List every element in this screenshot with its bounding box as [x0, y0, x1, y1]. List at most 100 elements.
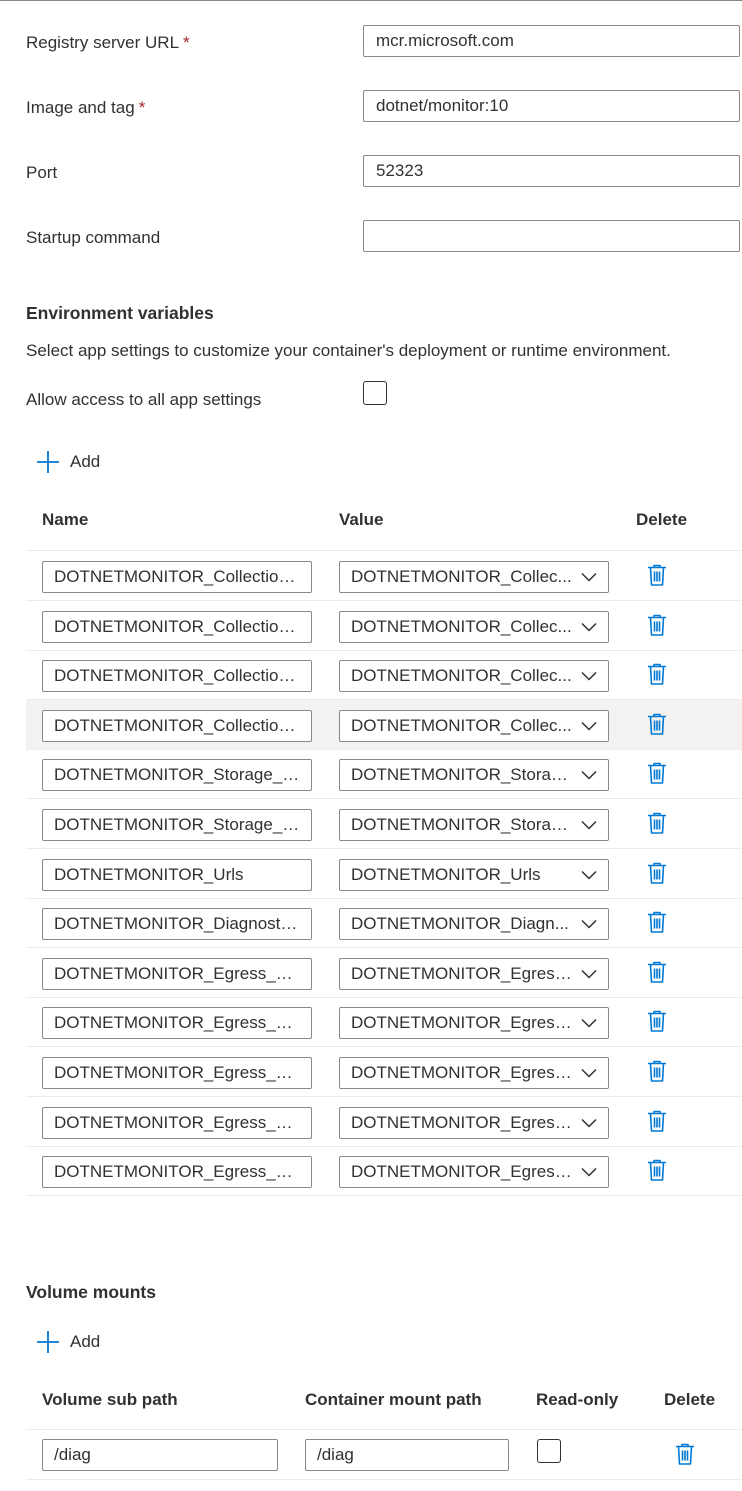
- env-value-dropdown[interactable]: DOTNETMONITOR_Egress...: [339, 1107, 609, 1139]
- env-value-text: DOTNETMONITOR_Collec...: [351, 716, 572, 735]
- env-value-dropdown[interactable]: DOTNETMONITOR_Urls: [339, 859, 609, 891]
- env-value-dropdown[interactable]: DOTNETMONITOR_Storag...: [339, 809, 609, 841]
- env-name-input[interactable]: DOTNETMONITOR_Egress__Pr...: [42, 1156, 312, 1188]
- add-label: Add: [70, 1332, 101, 1351]
- delete-icon[interactable]: [646, 811, 668, 835]
- delete-icon[interactable]: [646, 861, 668, 885]
- table-row: DOTNETMONITOR_Collection... DOTNETMONITO…: [26, 700, 742, 750]
- required-marker: *: [183, 33, 190, 52]
- delete-icon[interactable]: [646, 1109, 668, 1133]
- env-name-input[interactable]: DOTNETMONITOR_Egress__A...: [42, 1107, 312, 1139]
- registry-server-url-label: Registry server URL *: [26, 33, 190, 53]
- delete-icon[interactable]: [646, 613, 668, 637]
- delete-icon[interactable]: [646, 1059, 668, 1083]
- plus-icon: [37, 1331, 59, 1353]
- env-value-text: DOTNETMONITOR_Storag...: [351, 765, 575, 784]
- delete-icon[interactable]: [646, 960, 668, 984]
- env-value-dropdown[interactable]: DOTNETMONITOR_Egress...: [339, 958, 609, 990]
- chevron-down-icon: [581, 870, 597, 880]
- delete-icon[interactable]: [646, 563, 668, 587]
- env-value-text: DOTNETMONITOR_Collec...: [351, 666, 572, 685]
- required-marker: *: [138, 98, 146, 117]
- delete-icon[interactable]: [674, 1442, 696, 1466]
- delete-icon[interactable]: [646, 712, 668, 736]
- table-row: DOTNETMONITOR_Egress__A... DOTNETMONITOR…: [26, 948, 742, 998]
- env-value-text: DOTNETMONITOR_Egress...: [351, 1013, 578, 1032]
- env-name-input[interactable]: DOTNETMONITOR_Diagnostic...: [42, 908, 312, 940]
- volume-sub-path-input[interactable]: /diag: [42, 1439, 278, 1471]
- plus-icon: [37, 451, 59, 473]
- env-name-input[interactable]: DOTNETMONITOR_Egress__A...: [42, 1057, 312, 1089]
- port-input[interactable]: [363, 155, 740, 187]
- env-value-text: DOTNETMONITOR_Storag...: [351, 815, 575, 834]
- table-row: DOTNETMONITOR_Egress__A... DOTNETMONITOR…: [26, 1097, 742, 1147]
- image-label-text: Image and tag: [26, 98, 135, 117]
- env-value-text: DOTNETMONITOR_Urls: [351, 865, 541, 884]
- delete-icon[interactable]: [646, 1158, 668, 1182]
- env-name-input[interactable]: DOTNETMONITOR_Collection...: [42, 611, 312, 643]
- chevron-down-icon: [581, 820, 597, 830]
- env-name-input[interactable]: DOTNETMONITOR_Urls: [42, 859, 312, 891]
- column-header-volume-sub-path: Volume sub path: [42, 1390, 178, 1409]
- env-name-input[interactable]: DOTNETMONITOR_Collection...: [42, 561, 312, 593]
- add-environment-variable-button[interactable]: Add: [36, 449, 100, 475]
- column-header-delete: Delete: [664, 1390, 716, 1409]
- chevron-down-icon: [581, 1118, 597, 1128]
- column-header-delete: Delete: [636, 510, 688, 529]
- env-value-dropdown[interactable]: DOTNETMONITOR_Collec...: [339, 611, 609, 643]
- env-value-dropdown[interactable]: DOTNETMONITOR_Collec...: [339, 710, 609, 742]
- delete-icon[interactable]: [646, 761, 668, 785]
- env-value-dropdown[interactable]: DOTNETMONITOR_Egress...: [339, 1057, 609, 1089]
- env-value-text: DOTNETMONITOR_Egress...: [351, 964, 578, 983]
- chevron-down-icon: [581, 969, 597, 979]
- image-and-tag-label: Image and tag *: [26, 98, 145, 118]
- read-only-checkbox[interactable]: [537, 1439, 561, 1463]
- add-label: Add: [70, 452, 101, 471]
- env-name-input[interactable]: DOTNETMONITOR_Egress__A...: [42, 958, 312, 990]
- chevron-down-icon: [581, 721, 597, 731]
- env-value-dropdown[interactable]: DOTNETMONITOR_Storag...: [339, 759, 609, 791]
- env-value-dropdown[interactable]: DOTNETMONITOR_Collec...: [339, 660, 609, 692]
- environment-variables-title: Environment variables: [26, 303, 214, 323]
- registry-label-text: Registry server URL: [26, 33, 180, 52]
- startup-command-label: Startup command: [26, 228, 161, 247]
- container-mount-path-input[interactable]: /diag: [305, 1439, 509, 1471]
- chevron-down-icon: [581, 622, 597, 632]
- env-value-text: DOTNETMONITOR_Egress...: [351, 1113, 578, 1132]
- allow-access-label: Allow access to all app settings: [26, 390, 262, 409]
- chevron-down-icon: [581, 671, 597, 681]
- env-value-dropdown[interactable]: DOTNETMONITOR_Diagn...: [339, 908, 609, 940]
- chevron-down-icon: [581, 572, 597, 582]
- env-value-dropdown[interactable]: DOTNETMONITOR_Egress...: [339, 1156, 609, 1188]
- table-row: DOTNETMONITOR_Collection... DOTNETMONITO…: [26, 650, 742, 700]
- env-name-input[interactable]: DOTNETMONITOR_Collection...: [42, 660, 312, 692]
- startup-command-input[interactable]: [363, 220, 740, 252]
- table-row: DOTNETMONITOR_Storage__... DOTNETMONITOR…: [26, 749, 742, 799]
- env-name-input[interactable]: DOTNETMONITOR_Collection...: [42, 710, 312, 742]
- table-row: DOTNETMONITOR_Urls DOTNETMONITOR_Urls: [26, 849, 742, 899]
- table-row: DOTNETMONITOR_Egress__Pr... DOTNETMONITO…: [26, 1146, 742, 1196]
- delete-icon[interactable]: [646, 910, 668, 934]
- allow-access-checkbox[interactable]: [363, 381, 387, 405]
- registry-server-url-input[interactable]: [363, 25, 740, 57]
- table-row: DOTNETMONITOR_Storage__... DOTNETMONITOR…: [26, 799, 742, 849]
- env-value-dropdown[interactable]: DOTNETMONITOR_Egress...: [339, 1007, 609, 1039]
- env-value-dropdown[interactable]: DOTNETMONITOR_Collec...: [339, 561, 609, 593]
- image-and-tag-input[interactable]: [363, 90, 740, 122]
- env-value-text: DOTNETMONITOR_Egress...: [351, 1063, 578, 1082]
- port-label: Port: [26, 163, 58, 182]
- column-header-value: Value: [339, 510, 384, 529]
- table-row: DOTNETMONITOR_Diagnostic... DOTNETMONITO…: [26, 898, 742, 948]
- env-name-input[interactable]: DOTNETMONITOR_Egress__A...: [42, 1007, 312, 1039]
- chevron-down-icon: [581, 1068, 597, 1078]
- env-name-input[interactable]: DOTNETMONITOR_Storage__...: [42, 759, 312, 791]
- add-volume-mount-button[interactable]: Add: [36, 1329, 100, 1355]
- delete-icon[interactable]: [646, 1009, 668, 1033]
- column-header-container-mount-path: Container mount path: [305, 1390, 482, 1409]
- table-row: /diag /diag: [26, 1430, 742, 1480]
- delete-icon[interactable]: [646, 662, 668, 686]
- volume-mounts-title: Volume mounts: [26, 1282, 156, 1302]
- env-value-text: DOTNETMONITOR_Collec...: [351, 617, 572, 636]
- env-name-input[interactable]: DOTNETMONITOR_Storage__...: [42, 809, 312, 841]
- table-row: DOTNETMONITOR_Egress__A... DOTNETMONITOR…: [26, 997, 742, 1047]
